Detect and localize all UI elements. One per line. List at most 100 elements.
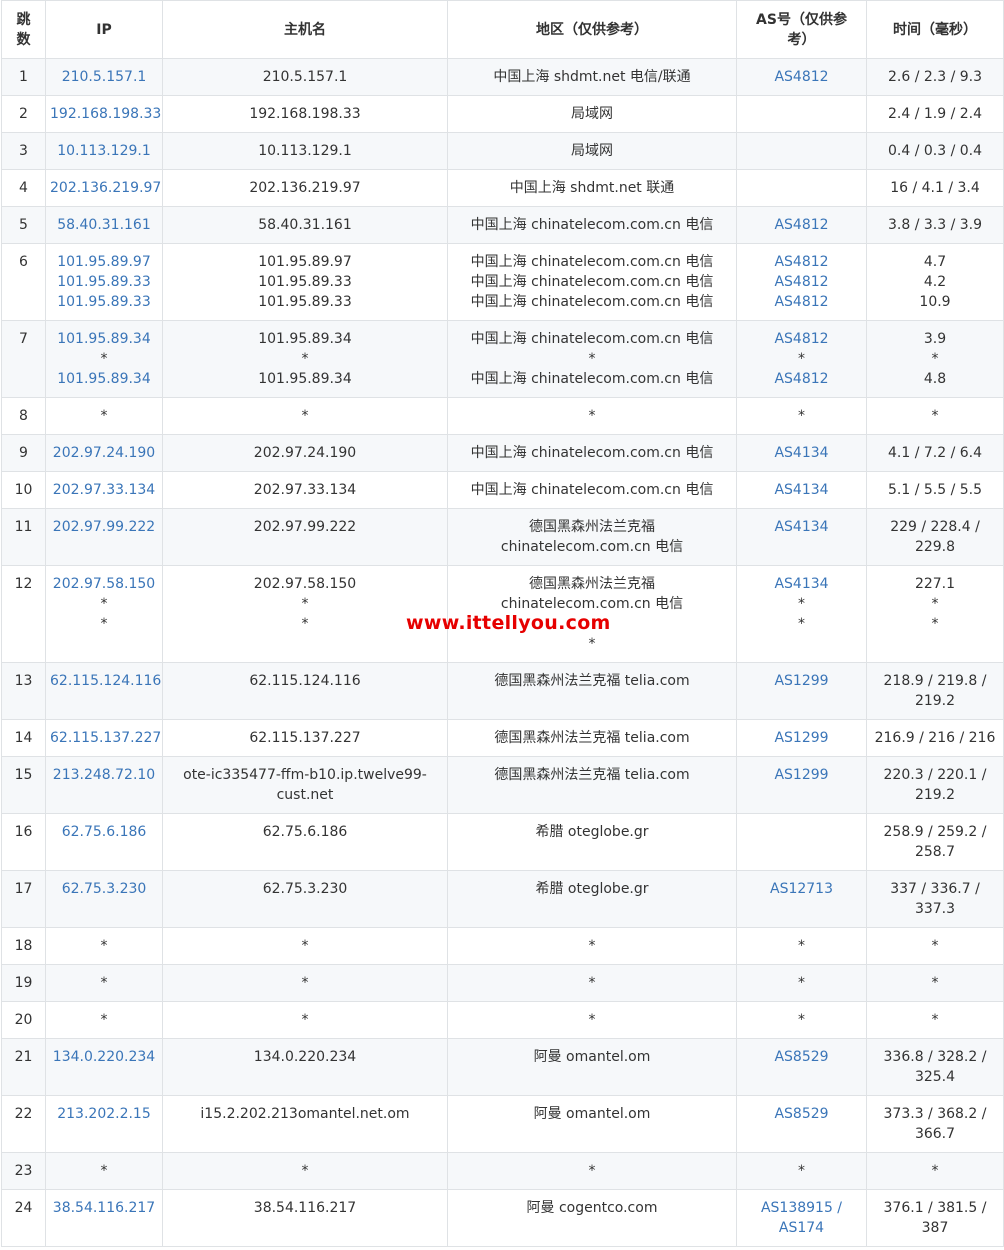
ip-link[interactable]: 101.95.89.34: [50, 329, 158, 349]
hop-number: 22: [14, 1106, 33, 1122]
as-link[interactable]: AS8529: [741, 1104, 862, 1124]
ip-link[interactable]: 101.95.89.33: [50, 272, 158, 292]
ip-link[interactable]: 213.202.2.15: [50, 1104, 158, 1124]
region-cell: 中国上海 chinatelecom.com.cn 电信: [447, 206, 737, 244]
as-link[interactable]: AS138915 / AS174: [741, 1198, 862, 1238]
hostname-text: 210.5.157.1: [262, 69, 348, 85]
region-text: 德国黑森州法兰克福 telia.com: [494, 730, 690, 746]
ip-link[interactable]: 202.97.58.150: [50, 574, 158, 594]
hop-cell: 4: [1, 169, 46, 207]
time-text: 216.9 / 216 / 216: [874, 730, 996, 746]
region-cell: 中国上海 shdmt.net 联通: [447, 169, 737, 207]
time-text: 373.3 / 368.2 / 366.7: [883, 1106, 987, 1142]
ip-link[interactable]: 202.97.33.134: [50, 480, 158, 500]
as-cell: [736, 95, 867, 133]
as-link[interactable]: AS4812: [741, 292, 862, 312]
hostname-cell: *: [162, 1152, 448, 1190]
hop-number: 12: [14, 576, 33, 592]
ip-link[interactable]: 202.136.219.97: [50, 178, 161, 198]
hostname-cell: 202.97.58.150 * *: [162, 565, 448, 663]
as-cell: AS4134: [736, 434, 867, 472]
time-text: *: [931, 596, 939, 612]
as-link[interactable]: AS4134: [741, 480, 862, 500]
table-row: 15 213.248.72.10 ote-ic335477-ffm-b10.ip.t…: [1, 756, 1004, 814]
time-cell: 3.8 / 3.3 / 3.9: [866, 206, 1004, 244]
hostname-cell: *: [162, 964, 448, 1002]
table-row: 20 * * * * *: [1, 1001, 1004, 1039]
ip-link[interactable]: 202.97.24.190: [50, 443, 158, 463]
ip-link[interactable]: 202.97.99.222: [50, 517, 158, 537]
time-cell: 3.9 * 4.8: [866, 320, 1004, 398]
table-row: 12 202.97.58.150 * * 202.97.58.150 * * 德国黑森州法兰克…: [1, 565, 1004, 663]
time-cell: 220.3 / 220.1 / 219.2: [866, 756, 1004, 814]
ip-cell: *: [45, 964, 163, 1002]
as-text: *: [798, 596, 805, 612]
ip-link[interactable]: 62.75.6.186: [50, 822, 158, 842]
as-cell: *: [736, 927, 867, 965]
as-link[interactable]: AS4812: [741, 215, 862, 235]
region-cell: *: [447, 927, 737, 965]
region-cell: 德国黑森州法兰克福 chinatelecom.com.cn 电信: [447, 508, 737, 566]
table-row: 8 * * * * *: [1, 397, 1004, 435]
hop-number: 16: [14, 824, 33, 840]
as-link[interactable]: AS4134: [741, 517, 862, 537]
as-link[interactable]: AS4812: [741, 369, 862, 389]
ip-link[interactable]: 38.54.116.217: [50, 1198, 158, 1218]
ip-link[interactable]: 58.40.31.161: [50, 215, 158, 235]
ip-link[interactable]: 101.95.89.34: [50, 369, 158, 389]
time-text: 336.8 / 328.2 / 325.4: [883, 1049, 987, 1085]
region-cell: *: [447, 1152, 737, 1190]
region-text: *: [588, 408, 596, 424]
region-text: *: [588, 636, 596, 652]
as-link[interactable]: AS4134: [741, 574, 862, 594]
ip-link[interactable]: 101.95.89.33: [50, 292, 158, 312]
hop-number: 10: [14, 482, 33, 498]
as-cell: AS1299: [736, 719, 867, 757]
hostname-cell: 210.5.157.1: [162, 58, 448, 96]
ip-link[interactable]: 210.5.157.1: [50, 67, 158, 87]
ip-link[interactable]: 62.115.137.227: [50, 728, 161, 748]
as-link[interactable]: AS4812: [741, 272, 862, 292]
time-text: 2.6 / 2.3 / 9.3: [887, 69, 983, 85]
ip-link[interactable]: 213.248.72.10: [50, 765, 158, 785]
ip-link[interactable]: 134.0.220.234: [50, 1047, 158, 1067]
hostname-cell: *: [162, 1001, 448, 1039]
as-link[interactable]: AS12713: [741, 879, 862, 899]
time-text: *: [931, 975, 939, 991]
header-hostname: 主机名: [162, 0, 448, 59]
time-text: 227.1: [914, 576, 956, 592]
table-row: 10 202.97.33.134 202.97.33.134 中国上海 chinate…: [1, 471, 1004, 509]
hostname-cell: ote-ic335477-ffm-b10.ip.twelve99-cust.ne…: [162, 756, 448, 814]
as-link[interactable]: AS1299: [741, 728, 862, 748]
table-row: 19 * * * * *: [1, 964, 1004, 1002]
ip-link[interactable]: 10.113.129.1: [50, 141, 158, 161]
as-cell: AS1299: [736, 662, 867, 720]
region-text: 中国上海 chinatelecom.com.cn 电信: [470, 482, 714, 498]
ip-link[interactable]: 192.168.198.33: [50, 104, 161, 124]
as-link[interactable]: AS1299: [741, 765, 862, 785]
as-text: *: [798, 938, 805, 954]
region-cell: 德国黑森州法兰克福 chinatelecom.com.cn 电信 *: [447, 565, 737, 663]
hostname-cell: 202.97.99.222: [162, 508, 448, 566]
as-link[interactable]: AS4812: [741, 67, 862, 87]
ip-link[interactable]: 101.95.89.97: [50, 252, 158, 272]
hop-number: 11: [14, 519, 33, 535]
time-cell: *: [866, 397, 1004, 435]
hop-number: 5: [19, 217, 28, 233]
region-cell: *: [447, 397, 737, 435]
hostname-text: *: [301, 616, 309, 632]
as-link[interactable]: AS4812: [741, 329, 862, 349]
as-link[interactable]: AS4134: [741, 443, 862, 463]
ip-link[interactable]: 62.115.124.116: [50, 671, 161, 691]
table-header-row: 跳数 IP 主机名 地区（仅供参考） AS号（仅供参考） 时间（毫秒）: [1, 0, 1004, 59]
as-link[interactable]: AS8529: [741, 1047, 862, 1067]
as-link[interactable]: AS4812: [741, 252, 862, 272]
ip-cell: 62.75.6.186: [45, 813, 163, 871]
region-cell: 阿曼 omantel.om: [447, 1038, 737, 1096]
time-cell: 337 / 336.7 / 337.3: [866, 870, 1004, 928]
time-cell: 5.1 / 5.5 / 5.5: [866, 471, 1004, 509]
as-link[interactable]: AS1299: [741, 671, 862, 691]
table-row: 3 10.113.129.1 10.113.129.1 局域网 0.4 / 0.3 / …: [1, 132, 1004, 170]
ip-link[interactable]: 62.75.3.230: [50, 879, 158, 899]
region-cell: 中国上海 shdmt.net 电信/联通: [447, 58, 737, 96]
